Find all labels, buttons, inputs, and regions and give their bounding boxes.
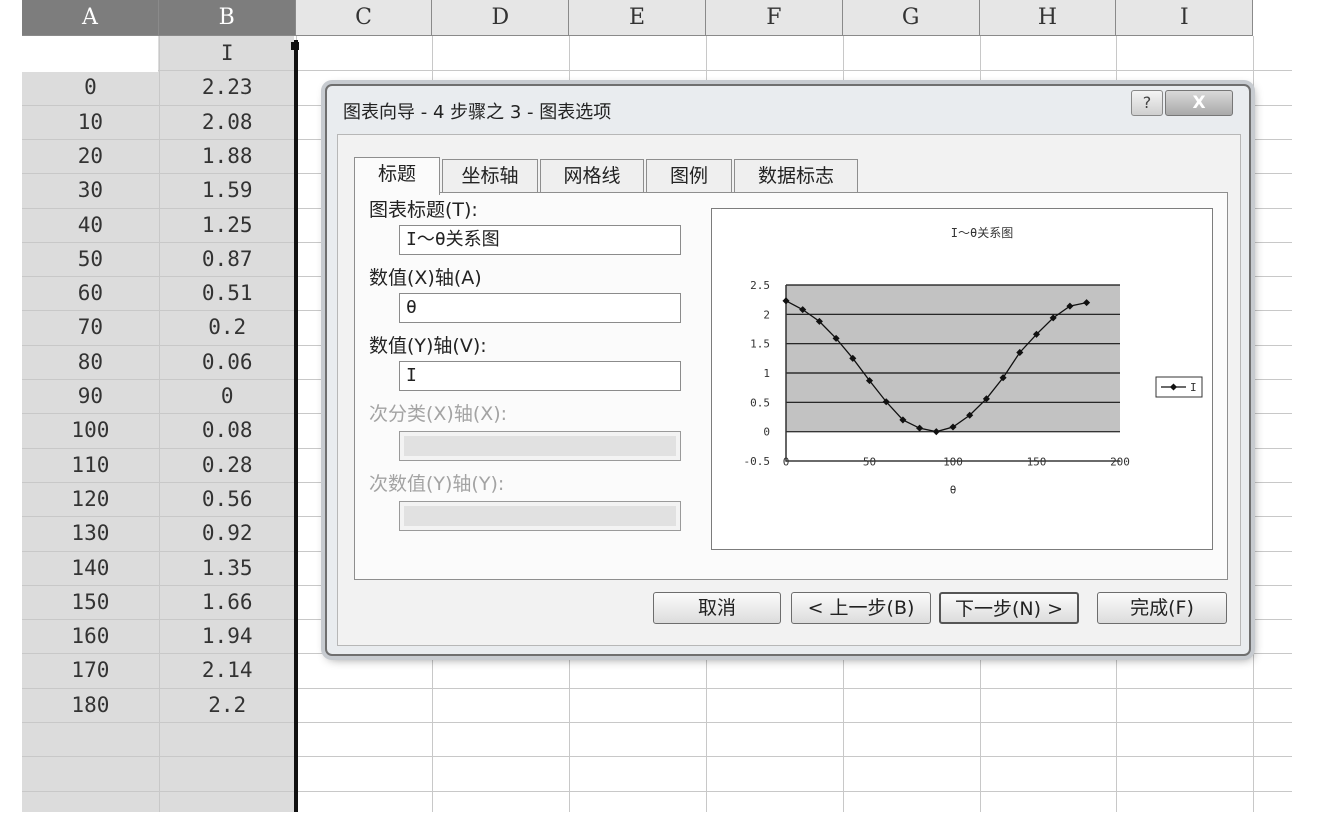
secondary-y-axis-input: [399, 501, 681, 531]
cell-b18[interactable]: 1.94: [159, 620, 296, 653]
cell-b11[interactable]: 0: [159, 380, 296, 413]
y-tick-label: 1: [763, 367, 770, 380]
dialog-title: 图表向导 - 4 步骤之 3 - 图表选项: [343, 102, 612, 123]
x-tick-label: 100: [943, 456, 963, 469]
tab-axes[interactable]: 坐标轴: [442, 159, 538, 193]
cell-a17[interactable]: 150: [22, 586, 159, 619]
secondary-x-axis-label: 次分类(X)轴(X):: [369, 403, 508, 425]
y-tick-label: 0.5: [750, 396, 770, 409]
cancel-button[interactable]: 取消: [653, 592, 781, 624]
cell-b14[interactable]: 0.56: [159, 483, 296, 516]
column-header-g[interactable]: G: [842, 0, 980, 36]
column-header-b[interactable]: B: [158, 0, 296, 36]
active-cell[interactable]: [22, 36, 158, 72]
cell-b5[interactable]: 1.59: [159, 174, 296, 207]
cell-a2[interactable]: 0: [22, 71, 159, 104]
next-button[interactable]: 下一步(N) >: [939, 592, 1079, 624]
cell-a18[interactable]: 160: [22, 620, 159, 653]
cell-b16[interactable]: 1.35: [159, 552, 296, 585]
column-header-f[interactable]: F: [706, 0, 843, 36]
cell-a13[interactable]: 110: [22, 449, 159, 482]
y-axis-label: 数值(Y)轴(V):: [369, 335, 487, 357]
column-header-c[interactable]: C: [295, 0, 433, 36]
selection-border: [294, 40, 298, 812]
x-tick-label: 0: [783, 456, 790, 469]
y-axis-input[interactable]: I: [399, 361, 681, 391]
row-gridline: [22, 790, 1292, 792]
cell-b12[interactable]: 0.08: [159, 414, 296, 447]
help-button[interactable]: ?: [1131, 90, 1163, 116]
cell-b19[interactable]: 2.14: [159, 654, 296, 687]
cell-a15[interactable]: 130: [22, 517, 159, 550]
cell-b1[interactable]: I: [159, 37, 296, 70]
column-header-h[interactable]: H: [979, 0, 1117, 36]
x-tick-label: 200: [1110, 456, 1130, 469]
cell-a11[interactable]: 90: [22, 380, 159, 413]
cell-a6[interactable]: 40: [22, 209, 159, 242]
tab-gridlines[interactable]: 网格线: [540, 159, 644, 193]
cell-b6[interactable]: 1.25: [159, 209, 296, 242]
cell-a7[interactable]: 50: [22, 243, 159, 276]
cell-a3[interactable]: 10: [22, 106, 159, 139]
y-tick-label: 0: [763, 426, 770, 439]
cell-b2[interactable]: 2.23: [159, 71, 296, 104]
dialog-titlebar[interactable]: 图表向导 - 4 步骤之 3 - 图表选项 ? X: [327, 86, 1249, 132]
back-button[interactable]: < 上一步(B): [791, 592, 931, 624]
cell-a8[interactable]: 60: [22, 277, 159, 310]
x-axis-title: θ: [950, 484, 957, 497]
cell-b8[interactable]: 0.51: [159, 277, 296, 310]
column-header-e[interactable]: E: [569, 0, 706, 36]
column-gridline: [1253, 36, 1255, 812]
chart-wizard-dialog: 图表向导 - 4 步骤之 3 - 图表选项 ? X 标题 坐标轴 网格线 图例 …: [325, 84, 1251, 656]
legend-label: I: [1190, 381, 1197, 394]
x-tick-label: 150: [1027, 456, 1047, 469]
fill-handle[interactable]: [291, 42, 299, 50]
cell-b4[interactable]: 1.88: [159, 140, 296, 173]
dialog-body: 标题 坐标轴 网格线 图例 数据标志 图表标题(T): I～θ关系图 数值(X)…: [337, 134, 1241, 646]
row-gridline: [22, 756, 1292, 758]
y-tick-label: 2.5: [750, 279, 770, 292]
cell-b3[interactable]: 2.08: [159, 106, 296, 139]
cell-a4[interactable]: 20: [22, 140, 159, 173]
cell-a19[interactable]: 170: [22, 654, 159, 687]
chart-title: I～θ关系图: [951, 226, 1013, 240]
cell-a12[interactable]: 100: [22, 414, 159, 447]
finish-button[interactable]: 完成(F): [1097, 592, 1227, 624]
cell-b10[interactable]: 0.06: [159, 346, 296, 379]
cell-b13[interactable]: 0.28: [159, 449, 296, 482]
x-axis-label: 数值(X)轴(A): [369, 267, 482, 289]
secondary-y-axis-label: 次数值(Y)轴(Y):: [369, 473, 505, 495]
secondary-x-axis-input: [399, 431, 681, 461]
y-tick-label: 1.5: [750, 338, 770, 351]
cell-a9[interactable]: 70: [22, 311, 159, 344]
chart-svg: I～θ关系图 2.5 2 1.5 1 0.5 0 -0.5 0 50 100 150 200 θ I: [744, 226, 1203, 497]
close-button[interactable]: X: [1165, 90, 1233, 116]
y-tick-label: -0.5: [744, 455, 771, 468]
column-header-d[interactable]: D: [432, 0, 570, 36]
cell-b20[interactable]: 2.2: [159, 689, 296, 722]
tab-title[interactable]: 标题: [354, 157, 440, 195]
x-axis-input[interactable]: θ: [399, 293, 681, 323]
cell-a20[interactable]: 180: [22, 689, 159, 722]
chart-title-label: 图表标题(T):: [369, 199, 478, 221]
column-header-a[interactable]: A: [22, 0, 159, 36]
cell-a14[interactable]: 120: [22, 483, 159, 516]
chart-preview: I～θ关系图 2.5 2 1.5 1 0.5 0 -0.5 0 50 100 150 200 θ I: [711, 208, 1213, 550]
cell-a16[interactable]: 140: [22, 552, 159, 585]
cell-b7[interactable]: 0.87: [159, 243, 296, 276]
chart-title-input[interactable]: I～θ关系图: [399, 225, 681, 255]
cell-a10[interactable]: 80: [22, 346, 159, 379]
cell-a5[interactable]: 30: [22, 174, 159, 207]
cell-b9[interactable]: 0.2: [159, 311, 296, 344]
row-gridline: [22, 722, 1292, 723]
tab-legend[interactable]: 图例: [646, 159, 732, 193]
x-tick-label: 50: [863, 456, 876, 469]
cell-b15[interactable]: 0.92: [159, 517, 296, 550]
tab-panel: 图表标题(T): I～θ关系图 数值(X)轴(A) θ 数值(Y)轴(V): I…: [354, 192, 1228, 580]
column-header-i[interactable]: I: [1116, 0, 1254, 36]
cell-b17[interactable]: 1.66: [159, 586, 296, 619]
y-tick-label: 2: [763, 308, 770, 321]
tab-data-labels[interactable]: 数据标志: [734, 159, 858, 193]
